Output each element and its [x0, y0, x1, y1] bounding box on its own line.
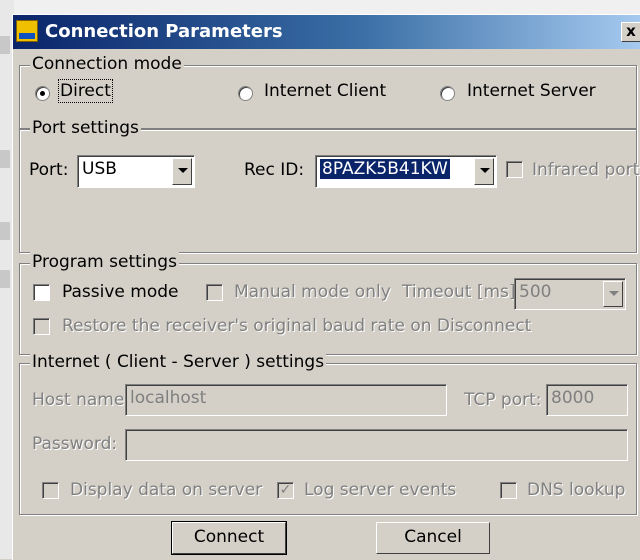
cancel-button[interactable]: Cancel: [376, 522, 490, 554]
display-data-label[interactable]: Display data on server: [70, 480, 262, 500]
rec-id-select[interactable]: 8PAZK5B41KW: [315, 155, 497, 188]
internet-server-radio[interactable]: [440, 86, 455, 101]
close-button[interactable]: x: [621, 22, 640, 42]
background-fragment: [0, 36, 10, 54]
dialog-title: Connection Parameters: [45, 21, 283, 42]
restore-baud-label[interactable]: Restore the receiver's original baud rat…: [62, 316, 531, 336]
password-input[interactable]: [125, 429, 628, 461]
port-settings-legend: Port settings: [30, 118, 141, 138]
connection-mode-legend: Connection mode: [30, 54, 184, 74]
background-fragment: [0, 222, 10, 240]
chevron-down-icon[interactable]: [603, 281, 623, 307]
infrared-port-label[interactable]: Infrared port: [532, 160, 639, 180]
dns-lookup-checkbox[interactable]: [500, 482, 517, 499]
timeout-value: 500: [519, 282, 552, 302]
direct-radio[interactable]: [35, 86, 50, 101]
rec-id-label: Rec ID:: [244, 160, 305, 180]
passive-mode-label[interactable]: Passive mode: [62, 282, 178, 302]
password-label: Password:: [32, 434, 118, 454]
connection-parameters-dialog: Connection Parameters x Connection mode …: [12, 14, 640, 560]
chevron-down-icon[interactable]: [172, 158, 192, 185]
app-icon: [16, 20, 38, 42]
display-data-checkbox[interactable]: [42, 482, 59, 499]
direct-label[interactable]: Direct: [58, 79, 113, 103]
title-bar[interactable]: Connection Parameters x: [13, 15, 640, 49]
log-events-label[interactable]: Log server events: [304, 480, 456, 500]
infrared-port-checkbox[interactable]: [506, 161, 523, 178]
port-value: USB: [82, 159, 117, 179]
chevron-down-icon[interactable]: [474, 158, 494, 185]
internet-client-label[interactable]: Internet Client: [264, 81, 386, 101]
host-name-label: Host name:: [32, 390, 131, 410]
dns-lookup-label[interactable]: DNS lookup: [527, 480, 625, 500]
connect-button[interactable]: Connect: [171, 521, 287, 555]
background-window-top: [14, 0, 640, 15]
internet-server-label[interactable]: Internet Server: [467, 81, 596, 101]
internet-settings-group: Internet ( Client - Server ) settings Ho…: [19, 352, 637, 515]
program-settings-legend: Program settings: [30, 252, 179, 272]
port-settings-group: Port settings Port: USB Rec ID: 8PAZK5B4…: [19, 118, 639, 253]
timeout-label: Timeout [ms]:: [402, 282, 522, 302]
restore-baud-checkbox[interactable]: [33, 318, 50, 335]
timeout-select[interactable]: 500: [514, 278, 626, 310]
passive-mode-checkbox[interactable]: [33, 284, 50, 301]
port-label: Port:: [29, 160, 69, 180]
manual-mode-checkbox[interactable]: [206, 284, 223, 301]
background-fragment: [0, 270, 10, 288]
internet-client-radio[interactable]: [238, 86, 253, 101]
tcp-port-label: TCP port:: [464, 390, 542, 410]
internet-settings-legend: Internet ( Client - Server ) settings: [30, 352, 327, 372]
port-select[interactable]: USB: [77, 155, 195, 188]
host-name-input[interactable]: localhost: [125, 384, 447, 416]
rec-id-value: 8PAZK5B41KW: [320, 159, 450, 179]
program-settings-group: Program settings Passive mode Manual mod…: [19, 252, 637, 355]
background-fragment: [0, 150, 10, 168]
log-events-checkbox[interactable]: ✓: [277, 482, 294, 499]
manual-mode-label[interactable]: Manual mode only: [234, 282, 391, 302]
tcp-port-input[interactable]: 8000: [546, 384, 628, 416]
